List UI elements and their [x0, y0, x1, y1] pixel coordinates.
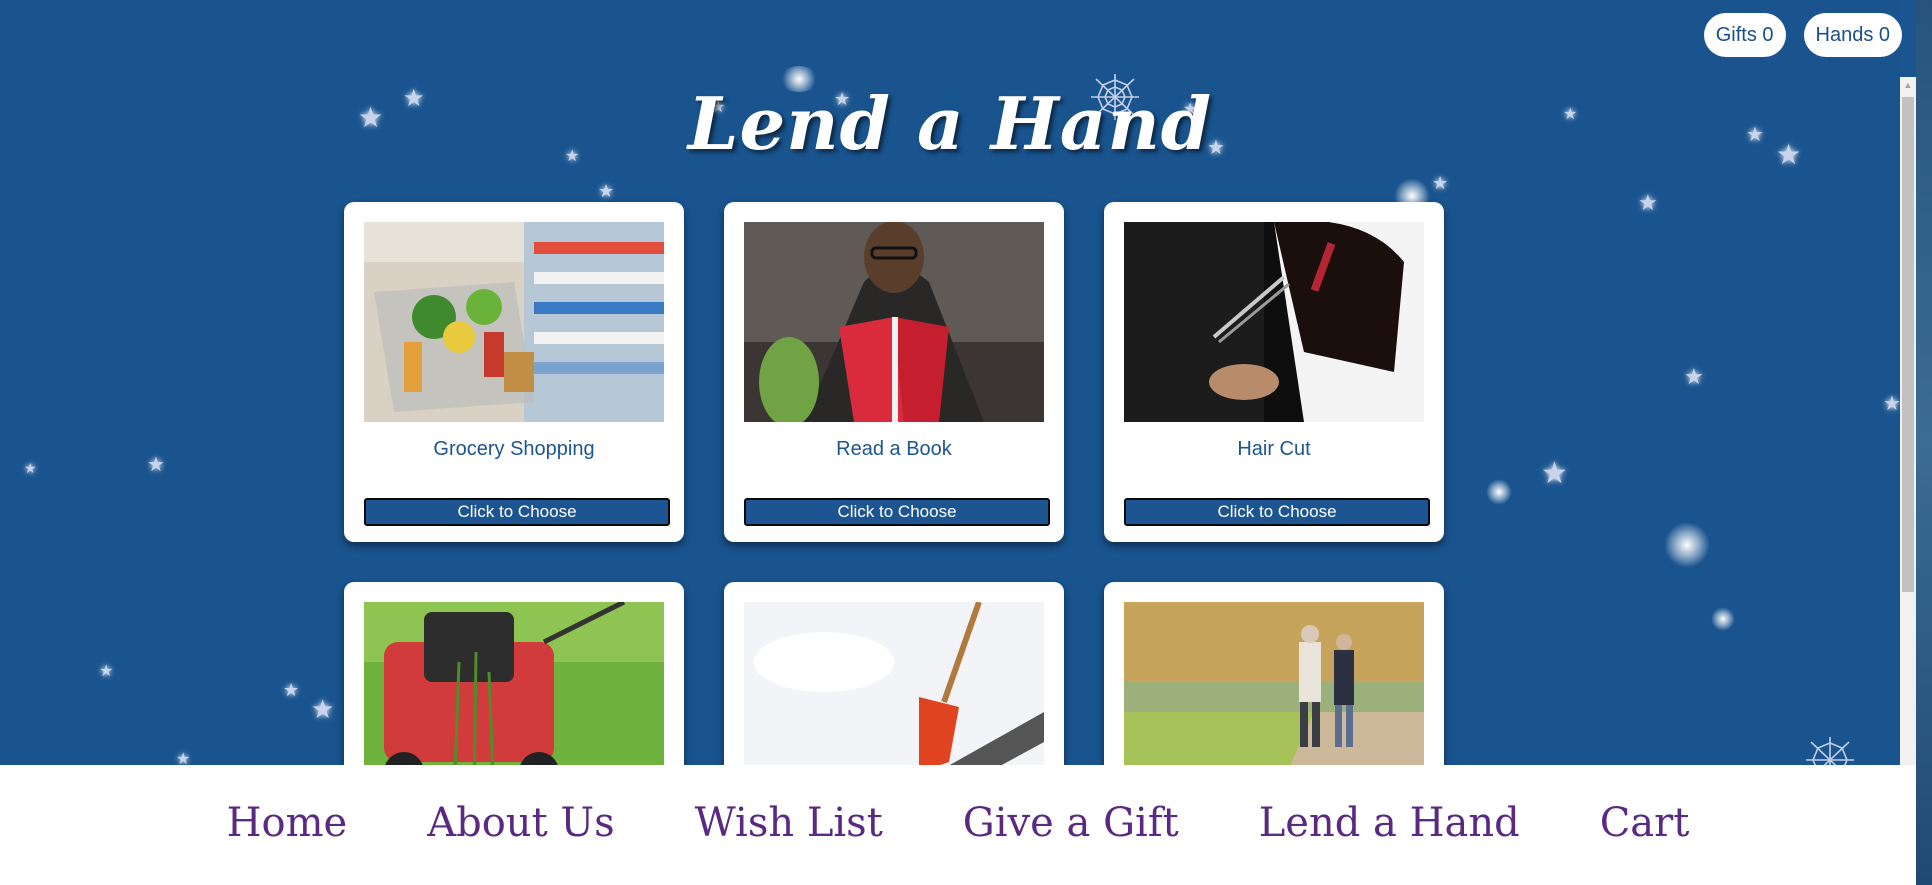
star-icon: ★ — [311, 695, 335, 725]
choose-hair-cut-button[interactable]: Click to Choose — [1124, 498, 1430, 526]
star-icon: ★ — [176, 749, 191, 766]
star-icon: ★ — [99, 661, 114, 680]
nav-wish-list-link[interactable]: Wish List — [655, 800, 923, 846]
service-card — [724, 582, 1064, 765]
choose-grocery-shopping-button[interactable]: Click to Choose — [364, 498, 670, 526]
service-card — [344, 582, 684, 765]
star-icon: ★ — [24, 461, 37, 477]
scrollbar-thumb[interactable] — [1902, 97, 1914, 592]
service-card — [1104, 582, 1444, 765]
grocery-cart-photo — [364, 222, 664, 422]
star-icon: ★ — [147, 452, 165, 476]
snow-shovel-photo — [744, 602, 1044, 765]
service-card: Hair Cut Click to Choose — [1104, 202, 1444, 542]
service-card-grid: Grocery Shopping Click to Choose Read a … — [344, 202, 1444, 765]
spiderweb-icon — [1806, 737, 1854, 765]
choose-read-a-book-button[interactable]: Click to Choose — [744, 498, 1050, 526]
star-icon: ★ — [1638, 191, 1658, 216]
hands-counter[interactable]: Hands 0 — [1803, 13, 1902, 57]
nav-about-us-link[interactable]: About Us — [387, 800, 654, 846]
nav-lend-a-hand-link[interactable]: Lend a Hand — [1219, 800, 1560, 846]
window-edge — [1916, 0, 1932, 885]
lawn-mower-photo — [364, 602, 664, 765]
star-icon: ★ — [283, 680, 300, 701]
nav-home-link[interactable]: Home — [187, 800, 388, 846]
counter-bar: Gifts 0 Hands 0 — [1703, 13, 1902, 57]
glow-orb — [1664, 522, 1710, 568]
starry-background: ★ ★ ★ ★ ★ ★ ★ ★ ★ ★ ★ ★ ★ ★ ★ ★ ★ ★ ★ ★ … — [0, 0, 1900, 765]
gifts-counter[interactable]: Gifts 0 — [1703, 13, 1786, 57]
star-icon: ★ — [598, 181, 615, 202]
couple-walking-photo — [1124, 602, 1424, 765]
star-icon: ★ — [1541, 456, 1568, 491]
card-title: Read a Book — [836, 438, 952, 460]
service-card: Read a Book Click to Choose — [724, 202, 1064, 542]
card-title: Hair Cut — [1237, 438, 1311, 460]
card-title: Grocery Shopping — [433, 438, 595, 460]
man-reading-book-photo — [744, 222, 1044, 422]
glow-orb — [1486, 479, 1512, 505]
star-icon: ★ — [1883, 391, 1900, 415]
scroll-up-arrow-icon[interactable]: ▲ — [1900, 77, 1916, 93]
nav-give-a-gift-link[interactable]: Give a Gift — [923, 800, 1219, 846]
glow-orb — [1711, 607, 1735, 631]
service-card: Grocery Shopping Click to Choose — [344, 202, 684, 542]
vertical-scrollbar[interactable]: ▲ — [1900, 77, 1916, 765]
page-title: Lend a Hand — [687, 81, 1213, 166]
nav-cart-link[interactable]: Cart — [1560, 800, 1730, 846]
footer-nav: Home About Us Wish List Give a Gift Lend… — [0, 765, 1916, 885]
haircut-photo — [1124, 222, 1424, 422]
star-icon: ★ — [1684, 365, 1704, 390]
star-icon: ★ — [1432, 173, 1449, 194]
